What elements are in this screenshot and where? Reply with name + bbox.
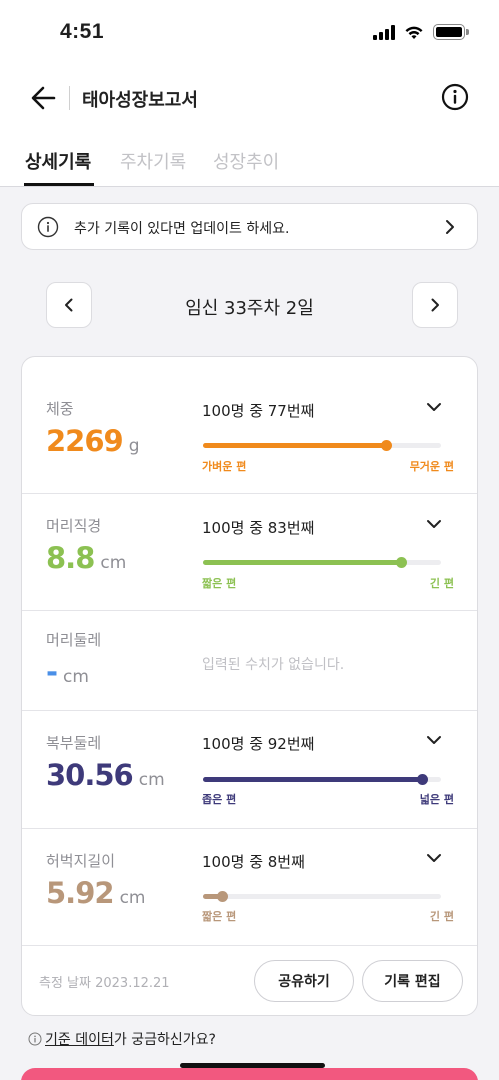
chevron-right-icon: [431, 298, 439, 312]
percentile-marker: [395, 557, 407, 568]
metric-value: 30.56 cm: [46, 758, 165, 792]
info-icon: [28, 1032, 42, 1046]
card-footer: 측정 날짜 2023.12.21 공유하기 기록 편집: [22, 946, 477, 1015]
metric-unit: cm: [138, 770, 165, 790]
metric-value: 2269 g: [46, 424, 140, 458]
tab-bar: 상세기록 주차기록 성장추이: [0, 140, 499, 187]
metric-label: 복부둘레: [46, 734, 102, 752]
tab-weekly-records[interactable]: 주차기록: [120, 148, 186, 174]
percentile-bar: [203, 774, 441, 785]
low-end-label: 짧은 편: [202, 577, 237, 590]
tab-growth-trend[interactable]: 성장추이: [213, 148, 279, 174]
metric-rank: 100명 중 83번째: [202, 519, 315, 537]
high-end-label: 넓은 편: [419, 793, 454, 806]
tab-detail-records[interactable]: 상세기록: [25, 148, 91, 174]
metric-value: - cm: [46, 655, 89, 689]
percentile-marker: [217, 891, 229, 902]
metric-number: 5.92: [46, 876, 115, 910]
metric-label: 체중: [46, 400, 74, 418]
high-end-label: 긴 편: [429, 577, 454, 590]
page-title: 태아성장보고서: [82, 90, 198, 111]
active-tab-indicator: [24, 183, 94, 186]
chevron-right-icon: [446, 220, 454, 234]
metric-unit: cm: [63, 667, 89, 687]
metric-value: 5.92 cm: [46, 876, 145, 910]
metric-row-femur-length[interactable]: 허벅지길이 5.92 cm 100명 중 8번째 짧은 편 긴 편: [22, 829, 477, 946]
next-week-button[interactable]: [412, 282, 458, 328]
metric-value: 8.8 cm: [46, 541, 126, 575]
metric-label: 허벅지길이: [46, 852, 116, 870]
measurement-date: 측정 날짜 2023.12.21: [39, 976, 170, 991]
growth-report-card: 체중 2269 g 100명 중 77번째 가벼운 편 무거운 편 머리직경 8.…: [21, 356, 478, 1016]
metric-rank: 100명 중 92번째: [202, 735, 315, 753]
percentile-bar-fill: [203, 443, 387, 448]
metric-unit: g: [128, 436, 140, 456]
info-icon[interactable]: [441, 83, 469, 111]
no-data-message: 입력된 수치가 없습니다.: [202, 657, 345, 673]
metric-row-head-diameter[interactable]: 머리직경 8.8 cm 100명 중 83번째 짧은 편 긴 편: [22, 494, 477, 611]
metric-label: 머리둘레: [46, 631, 102, 649]
info-icon: [37, 216, 59, 238]
header-divider: [69, 86, 70, 110]
reference-data-help: 기준 데이터 가 궁금하신가요?: [28, 1029, 216, 1049]
status-icons: [373, 24, 469, 40]
metric-number: 8.8: [46, 541, 95, 575]
metric-rank: 100명 중 77번째: [202, 402, 315, 420]
status-time: 4:51: [60, 20, 105, 43]
metric-number: 2269: [46, 424, 124, 458]
metric-row-weight[interactable]: 체중 2269 g 100명 중 77번째 가벼운 편 무거운 편: [22, 357, 477, 494]
percentile-bar: [203, 891, 441, 902]
metric-label: 머리직경: [46, 517, 102, 535]
low-end-label: 가벼운 편: [202, 460, 247, 473]
chevron-down-icon[interactable]: [424, 397, 444, 417]
share-button[interactable]: 공유하기: [254, 960, 354, 1002]
percentile-bar-fill: [203, 777, 422, 782]
help-suffix: 가 궁금하신가요?: [113, 1032, 216, 1048]
high-end-label: 긴 편: [429, 910, 454, 923]
percentile-marker: [381, 440, 393, 451]
metric-unit: cm: [119, 888, 146, 908]
metric-unit: cm: [100, 553, 127, 573]
metric-row-abdominal-circumference[interactable]: 복부둘레 30.56 cm 100명 중 92번째 좁은 편 넓은 편: [22, 711, 477, 829]
status-bar: 4:51: [0, 0, 499, 66]
metric-rank: 100명 중 8번째: [202, 853, 305, 871]
low-end-label: 짧은 편: [202, 910, 237, 923]
chevron-down-icon[interactable]: [424, 848, 444, 868]
percentile-bar-fill: [203, 560, 401, 565]
home-indicator: [180, 1063, 325, 1068]
metric-row-head-circumference: 머리둘레 - cm 입력된 수치가 없습니다.: [22, 611, 477, 711]
low-end-label: 좁은 편: [202, 793, 237, 806]
cellular-signal-icon: [373, 24, 395, 40]
chevron-down-icon[interactable]: [424, 514, 444, 534]
percentile-marker: [416, 774, 428, 785]
bottom-action-button[interactable]: [21, 1068, 478, 1080]
header: 태아성장보고서: [0, 70, 499, 125]
notice-text: 추가 기록이 있다면 업데이트 하세요.: [74, 221, 290, 237]
back-arrow-icon[interactable]: [28, 82, 60, 114]
wifi-icon: [405, 26, 423, 39]
percentile-bar: [203, 557, 441, 568]
metric-number: -: [46, 655, 58, 689]
reference-data-link[interactable]: 기준 데이터: [45, 1029, 114, 1049]
battery-icon: [433, 24, 469, 40]
high-end-label: 무거운 편: [409, 460, 454, 473]
percentile-bar: [203, 440, 441, 451]
metric-number: 30.56: [46, 758, 134, 792]
update-notice-banner[interactable]: 추가 기록이 있다면 업데이트 하세요.: [21, 203, 478, 250]
top-section: 4:51 태아성장보고서 상세기록 주차기록 성장추이: [0, 0, 499, 187]
edit-record-button[interactable]: 기록 편집: [362, 960, 463, 1002]
chevron-down-icon[interactable]: [424, 730, 444, 750]
